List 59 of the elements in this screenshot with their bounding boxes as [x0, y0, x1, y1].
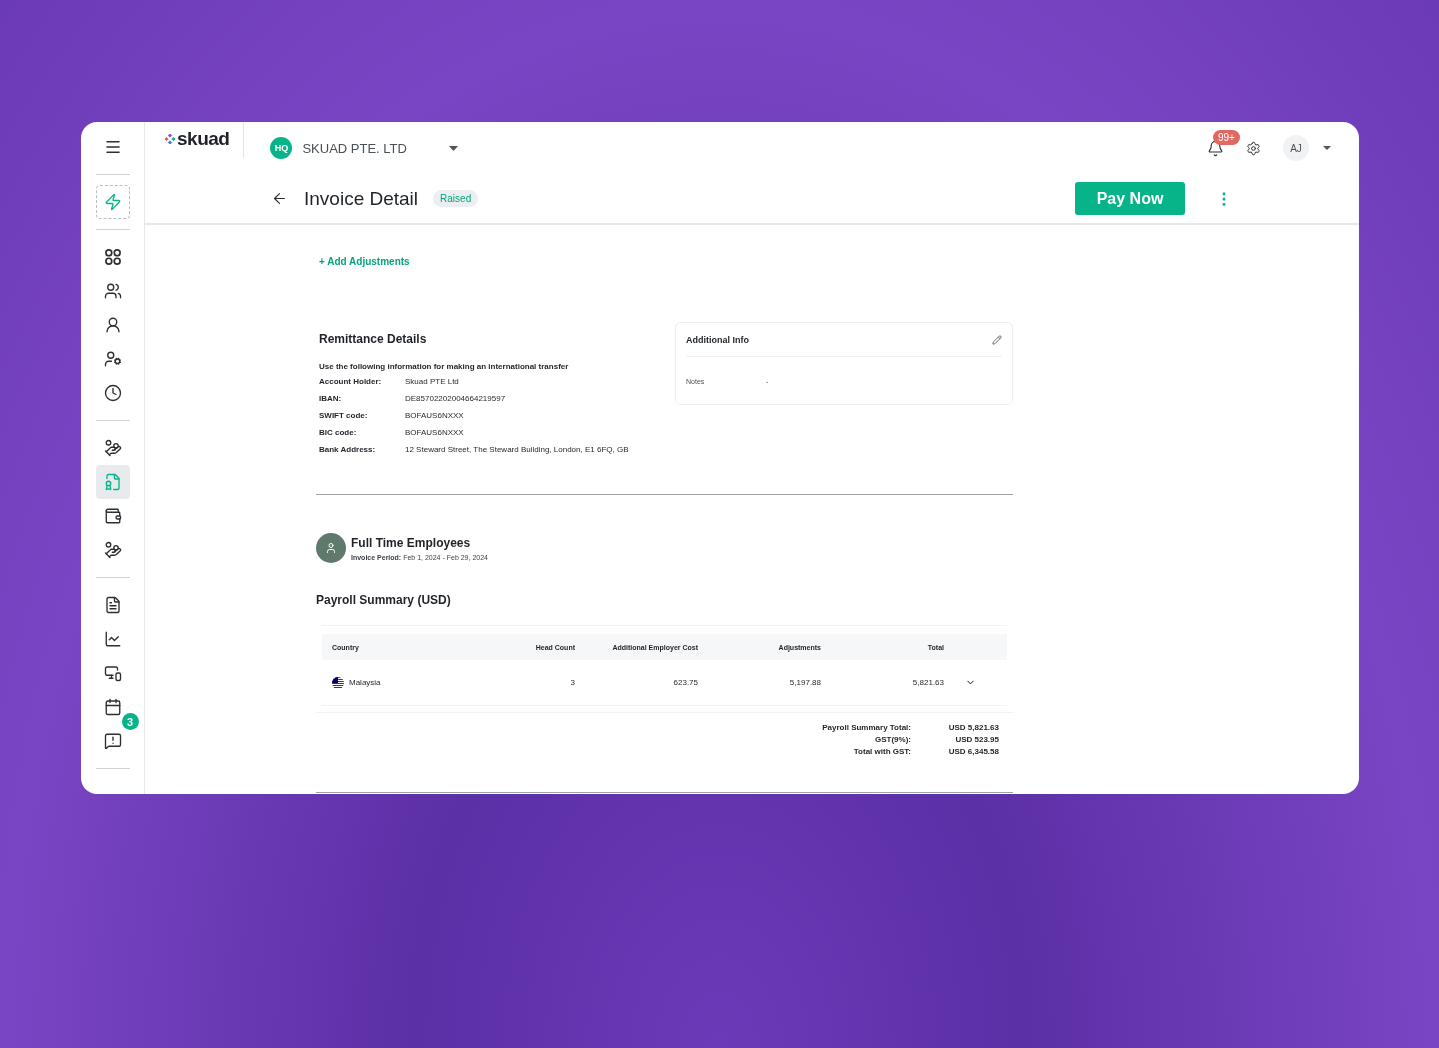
coins-icon: [103, 541, 122, 559]
company-selector[interactable]: HQ SKUAD PTE. LTD: [264, 136, 465, 160]
table-cell: Malaysia: [349, 678, 381, 687]
chart-icon: [103, 630, 122, 648]
section-title: Remittance Details: [319, 332, 428, 346]
total-label: Total with GST:: [852, 747, 911, 756]
caret-icon: [1323, 146, 1331, 150]
field-label: SWIFT code:: [319, 411, 369, 420]
back-arrow-icon[interactable]: [271, 190, 288, 207]
card-title: Additional Info: [686, 334, 749, 345]
field-value: BOFAUS6NXXX: [405, 428, 465, 437]
page-title: Invoice Detail: [304, 187, 419, 210]
status-badge: Raised: [433, 190, 479, 207]
instruction-text: Use the following information for making an international transfer: [319, 362, 570, 371]
caret-icon: [449, 145, 459, 151]
table-cell-text: 5,821.63: [911, 678, 944, 687]
menu-icon[interactable]: [103, 138, 122, 156]
calendar-icon: [103, 698, 122, 716]
logo-text: skuad: [177, 128, 230, 150]
logo-dots-icon: [165, 134, 175, 144]
devices-icon: [103, 664, 122, 682]
field-label: BIC code:: [319, 428, 358, 437]
field-value: 12 Steward Street, The Steward Building, London, E1 6FQ, GB: [405, 445, 630, 454]
total-value: USD 523.95: [954, 735, 999, 744]
wallet-icon: [103, 507, 122, 525]
field-value: BOFAUS6NXXX: [405, 411, 465, 420]
company-name: SKUAD PTE. LTD: [302, 140, 408, 156]
total-label: GST(9%):: [874, 735, 911, 744]
user-menu[interactable]: AJ: [1283, 135, 1331, 161]
field-label: IBAN:: [319, 394, 343, 403]
field-label: Bank Address:: [319, 445, 377, 454]
grid-icon: [102, 247, 123, 267]
table-cell-text: 5,197.88: [788, 678, 821, 687]
coins-icon: [103, 439, 122, 457]
company-badge: HQ: [270, 137, 293, 159]
table-cell-text: 3: [569, 678, 575, 687]
bell-icon[interactable]: [1207, 139, 1224, 157]
section-title: Payroll Summary (USD): [316, 593, 452, 607]
people-icon: [103, 282, 122, 300]
total-label: Payroll Summary Total:: [822, 723, 911, 732]
lightning-icon: [103, 193, 122, 211]
document-icon: [103, 596, 122, 614]
field-label: Account Holder:: [319, 377, 383, 386]
person-icon: [325, 542, 337, 554]
flag-icon: [332, 676, 344, 689]
field-value: Skuad PTE Ltd: [405, 377, 460, 386]
group-title: Full Time Employees: [351, 535, 472, 550]
user-avatar: AJ: [1283, 135, 1309, 161]
settings-icon[interactable]: [1246, 140, 1261, 156]
edit-icon[interactable]: [992, 334, 1002, 345]
total-value: USD 5,821.63: [947, 723, 999, 732]
clock-icon: [103, 384, 122, 402]
person-icon: [103, 316, 122, 334]
table-cell-text: 623.75: [672, 678, 698, 687]
total-value: USD 6,345.58: [947, 747, 999, 756]
count-badge: 3: [121, 713, 139, 730]
notification-count: 99+: [1213, 129, 1240, 145]
message-alert-icon: [103, 732, 122, 750]
field-value: DE85702202004664219597: [405, 394, 507, 403]
